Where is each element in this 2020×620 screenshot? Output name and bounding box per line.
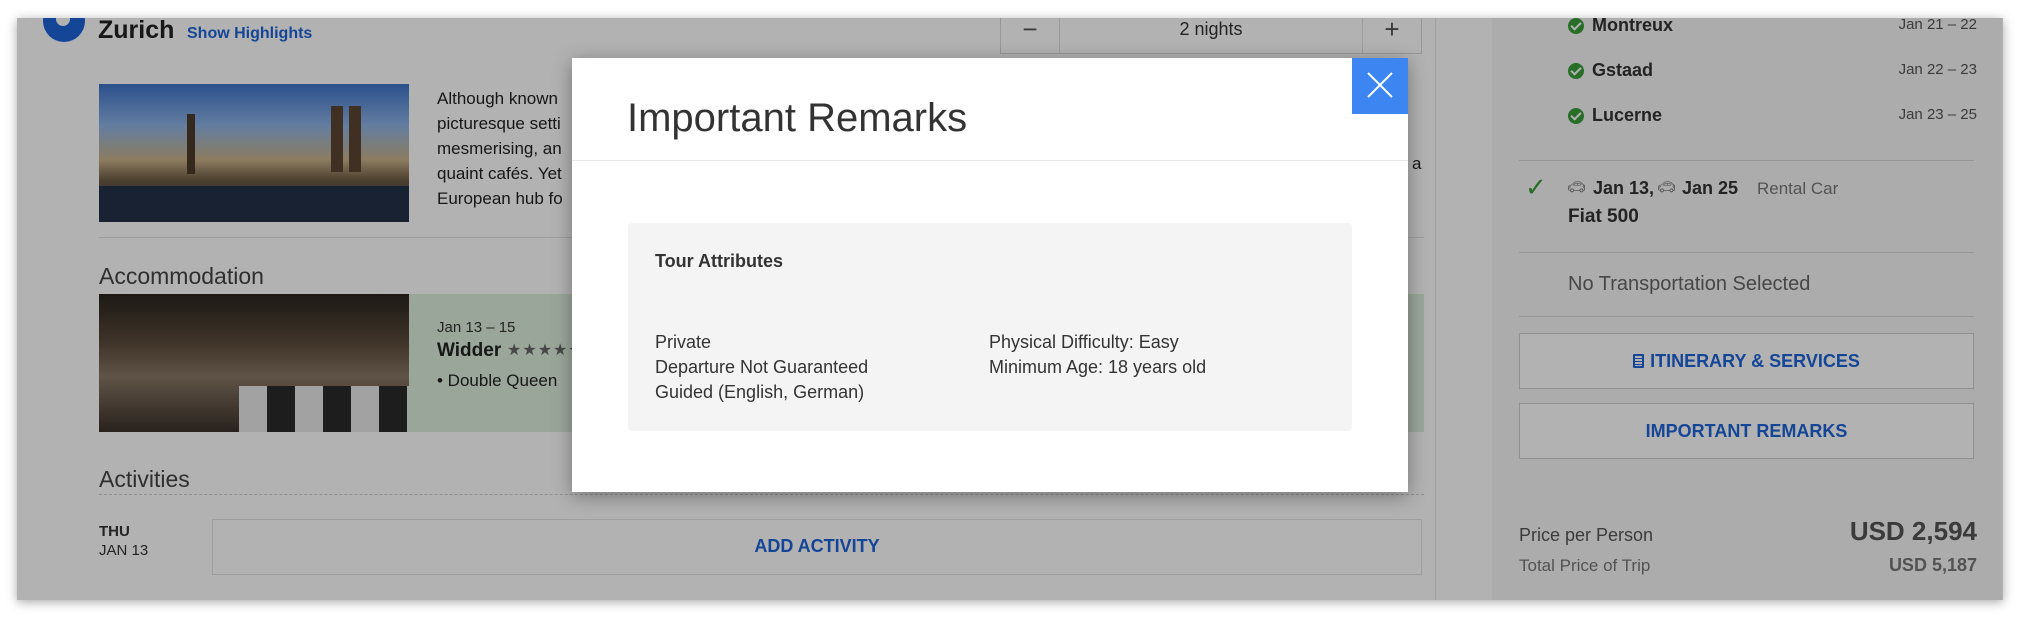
attribute-item: Departure Not Guaranteed <box>655 357 869 377</box>
tour-attributes-title: Tour Attributes <box>655 251 783 271</box>
important-remarks-modal: Important Remarks Tour Attributes Privat… <box>572 58 1408 492</box>
attribute-item: Private <box>655 332 712 352</box>
trip-builder-page: Zurich Show Highlights − 2 nights + Alth… <box>17 18 2003 600</box>
tour-attributes-card: Tour Attributes Private Departure Not Gu… <box>628 223 1352 431</box>
modal-title: Important Remarks <box>627 96 968 140</box>
attribute-item: Guided (English, German) <box>655 382 865 402</box>
modal-header-divider <box>572 160 1408 161</box>
attribute-item: Minimum Age: 18 years old <box>989 357 1207 377</box>
attributes-left-list: Private Departure Not Guaranteed Guided … <box>655 330 868 405</box>
browser-viewport: Zurich Show Highlights − 2 nights + Alth… <box>17 18 2003 600</box>
attributes-right-list: Physical Difficulty: Easy Minimum Age: 1… <box>989 330 1206 380</box>
attribute-item: Physical Difficulty: Easy <box>989 332 1179 352</box>
close-icon[interactable] <box>1352 58 1408 114</box>
